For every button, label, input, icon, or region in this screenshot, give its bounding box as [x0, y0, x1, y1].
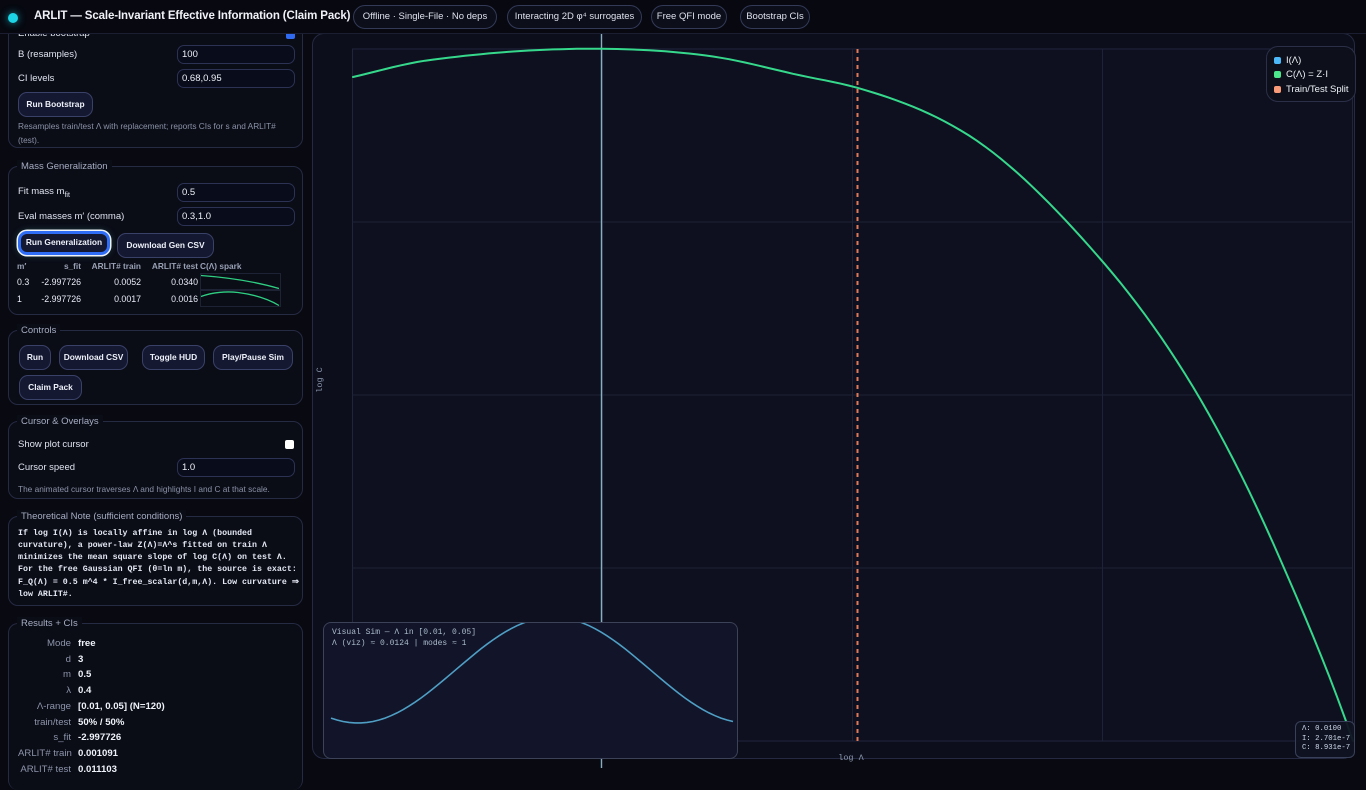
svg-text:log C: log C: [315, 367, 325, 393]
svg-text:log Λ: log Λ: [838, 753, 864, 763]
